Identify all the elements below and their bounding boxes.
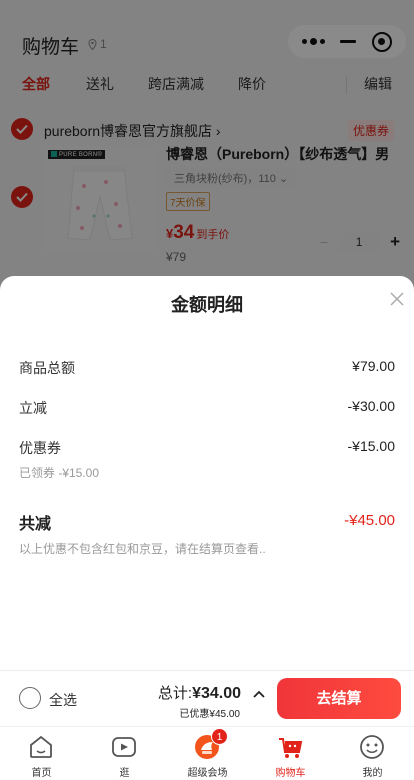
select-all-checkbox[interactable] <box>19 687 41 709</box>
sum-prefix: 总计: <box>157 685 193 702</box>
tabbar-label: 超级会场 <box>187 768 228 779</box>
select-all-label[interactable]: 全选 <box>49 690 77 710</box>
play-icon <box>112 737 136 757</box>
tabbar-item-me[interactable]: 我的 <box>331 727 414 780</box>
bottom-tab-bar: 首页 逛 1 超级会场 购物车 我的 <box>0 726 414 780</box>
tabbar-item-home[interactable]: 首页 <box>0 727 83 780</box>
tabbar-item-cart[interactable]: 购物车 <box>249 727 332 780</box>
discount-note: 以上优惠不包含红包和京豆，请在结算页查看.. <box>19 542 266 556</box>
cart-icon <box>279 738 303 758</box>
tabbar-item-venue[interactable]: 1 超级会场 <box>166 727 249 780</box>
close-icon[interactable] <box>390 292 404 306</box>
chevron-up-icon[interactable] <box>253 690 265 698</box>
tabbar-item-browse[interactable]: 逛 <box>83 727 166 780</box>
saved-amount: 已优惠¥45.00 <box>179 709 240 720</box>
row-value: -¥30.00 <box>347 398 395 414</box>
sum-amount: ¥34.00 <box>192 685 241 702</box>
sum-total: 总计:¥34.00 <box>158 682 241 703</box>
row-label: 商品总额 <box>19 360 75 376</box>
tabbar-label: 逛 <box>119 768 130 779</box>
coupon-sub-note: 已领券 -¥15.00 <box>19 466 100 480</box>
home-icon <box>30 735 52 758</box>
sheet-title: 金额明细 <box>171 295 243 315</box>
tabbar-label: 我的 <box>362 768 383 779</box>
tabbar-label: 购物车 <box>275 768 306 779</box>
tabbar-label: 首页 <box>31 768 52 779</box>
row-value: ¥79.00 <box>352 358 395 374</box>
checkout-button[interactable]: 去结算 <box>277 678 401 719</box>
row-label: 优惠券 <box>19 440 61 456</box>
row-label: 立减 <box>19 400 47 416</box>
total-value: -¥45.00 <box>344 512 395 529</box>
smiley-icon <box>360 735 384 759</box>
row-value: -¥15.00 <box>347 438 395 454</box>
checkout-bar: 全选 总计:¥34.00 已优惠¥45.00 去结算 <box>0 670 414 726</box>
total-label: 共减 <box>19 516 52 533</box>
notification-badge: 1 <box>211 728 228 745</box>
